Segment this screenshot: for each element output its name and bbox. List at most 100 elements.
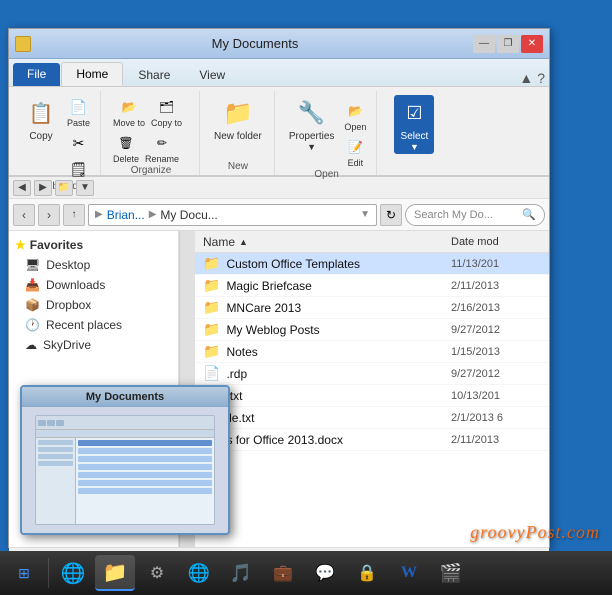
taskbar-vlc[interactable]: 🎬 bbox=[431, 555, 471, 591]
taskbar: ⊞ 🌐 📁 ⚙ 🌐 🎵 💼 💬 🔒 W 🎬 bbox=[0, 551, 612, 595]
qa-forward-btn[interactable]: ▶ bbox=[34, 180, 52, 196]
thumb-ribbon bbox=[36, 416, 214, 430]
copy-button[interactable]: 📋 Copy bbox=[21, 95, 61, 144]
file-row-1[interactable]: 📁 Magic Briefcase 2/11/2013 bbox=[195, 275, 549, 297]
recent-icon: 🕐 bbox=[25, 318, 40, 332]
sidebar-item-desktop[interactable]: 🖥 Desktop bbox=[9, 255, 178, 275]
ribbon-help-icon[interactable]: ▲ bbox=[519, 70, 533, 86]
open-btn[interactable]: 📂 Open bbox=[342, 99, 368, 133]
tab-view[interactable]: View bbox=[185, 64, 239, 86]
select-icon: ☑ bbox=[398, 97, 430, 129]
sidebar-item-label-downloads: Downloads bbox=[46, 278, 105, 292]
taskbar-explorer[interactable]: 📁 bbox=[95, 555, 135, 591]
favorites-header[interactable]: ★ Favorites bbox=[9, 235, 178, 255]
sidebar-item-label-recent: Recent places bbox=[46, 318, 122, 332]
select-label bbox=[413, 161, 416, 175]
file-row-6[interactable]: 📄 .txt 10/13/201 bbox=[195, 385, 549, 407]
ribbon-question-icon[interactable]: ? bbox=[537, 70, 545, 86]
back-button[interactable]: ‹ bbox=[13, 204, 35, 226]
qa-dropdown-btn[interactable]: ▼ bbox=[76, 180, 94, 196]
address-bar[interactable]: ▶ Brian... ▶ My Docu... ▼ bbox=[88, 204, 377, 226]
sidebar-item-skydrive[interactable]: ☁ SkyDrive bbox=[9, 335, 178, 355]
taskbar-start[interactable]: ⊞ bbox=[4, 555, 44, 591]
new-label: New bbox=[228, 161, 248, 175]
file-row-3[interactable]: 📁 My Weblog Posts 9/27/2012 bbox=[195, 319, 549, 341]
paste-button[interactable]: 📄 Paste bbox=[65, 95, 92, 129]
file-row-7[interactable]: 📄 ile.txt 2/1/2013 6 bbox=[195, 407, 549, 429]
maximize-button[interactable]: ❐ bbox=[497, 35, 519, 53]
sidebar-item-dropbox[interactable]: 📦 Dropbox bbox=[9, 295, 178, 315]
edit-btn[interactable]: 📝 Edit bbox=[342, 135, 368, 169]
address-dropdown[interactable]: ▼ bbox=[360, 209, 370, 220]
tab-file[interactable]: File bbox=[13, 63, 60, 86]
up-button[interactable]: ↑ bbox=[63, 204, 85, 226]
cut-icon: ✂ bbox=[68, 132, 90, 154]
select-group: ☑ Select ▼ bbox=[379, 91, 449, 175]
properties-icon: 🔧 bbox=[296, 97, 328, 129]
taskbar-lastpass[interactable]: 🔒 bbox=[347, 555, 387, 591]
file-name-4: Notes bbox=[226, 345, 445, 359]
column-name[interactable]: Name ▲ bbox=[203, 235, 451, 249]
clipboard-items: 📋 Copy 📄 Paste ✂ 🗒 bbox=[21, 91, 92, 181]
taskbar-media[interactable]: 🎵 bbox=[221, 555, 261, 591]
file-date-5: 9/27/2012 bbox=[451, 368, 541, 380]
thumbnail-content bbox=[22, 407, 228, 533]
title-bar-controls: — ❐ ✕ bbox=[473, 35, 543, 53]
paste-icon: 📄 bbox=[68, 96, 90, 118]
sidebar-item-recent[interactable]: 🕐 Recent places bbox=[9, 315, 178, 335]
taskbar-chrome[interactable]: 🌐 bbox=[179, 555, 219, 591]
file-icon-5: 📄 bbox=[203, 365, 220, 382]
minimize-button[interactable]: — bbox=[473, 35, 495, 53]
thumb-sidebar bbox=[36, 438, 76, 524]
taskbar-word[interactable]: W bbox=[389, 555, 429, 591]
file-date-6: 10/13/201 bbox=[451, 390, 541, 402]
copy-icon: 📋 bbox=[25, 97, 57, 129]
new-folder-button[interactable]: 📁 New folder bbox=[210, 95, 266, 144]
properties-button[interactable]: 🔧 Properties ▼ bbox=[285, 95, 339, 154]
paste-sub2[interactable]: 🗒 bbox=[65, 157, 92, 181]
new-items: 📁 New folder bbox=[210, 91, 266, 161]
file-name-3: My Weblog Posts bbox=[226, 323, 445, 337]
file-row-4[interactable]: 📁 Notes 1/15/2013 bbox=[195, 341, 549, 363]
taskbar-skype[interactable]: 💬 bbox=[305, 555, 345, 591]
file-row-8[interactable]: 📄 s for Office 2013.docx 2/11/2013 bbox=[195, 429, 549, 451]
qa-folder-btn[interactable]: 📁 bbox=[55, 180, 73, 196]
copy-to-btn[interactable]: 🗂 Copy to bbox=[149, 95, 184, 129]
taskbar-outlook[interactable]: 💼 bbox=[263, 555, 303, 591]
clipboard-group: 📋 Copy 📄 Paste ✂ 🗒 Clipboard bbox=[13, 91, 101, 175]
file-row-2[interactable]: 📁 MNCare 2013 2/16/2013 bbox=[195, 297, 549, 319]
file-date-8: 2/11/2013 bbox=[451, 434, 541, 446]
address-segment-1[interactable]: Brian... bbox=[107, 208, 145, 222]
star-icon: ★ bbox=[15, 238, 26, 252]
refresh-button[interactable]: ↻ bbox=[380, 204, 402, 226]
close-button[interactable]: ✕ bbox=[521, 35, 543, 53]
search-placeholder: Search My Do... bbox=[414, 209, 518, 221]
sidebar-item-downloads[interactable]: 📥 Downloads bbox=[9, 275, 178, 295]
search-icon[interactable]: 🔍 bbox=[522, 208, 536, 221]
sidebar-item-label-skydrive: SkyDrive bbox=[43, 338, 91, 352]
tab-share[interactable]: Share bbox=[124, 64, 184, 86]
column-date[interactable]: Date mod bbox=[451, 236, 541, 248]
tab-home[interactable]: Home bbox=[61, 62, 123, 86]
file-row-0[interactable]: 📁 Custom Office Templates 11/13/201 bbox=[195, 253, 549, 275]
taskbar-sep1 bbox=[48, 558, 49, 588]
move-to-btn[interactable]: 📂 Move to bbox=[111, 95, 147, 129]
qa-back-btn[interactable]: ◀ bbox=[13, 180, 31, 196]
rename-btn[interactable]: ✏ Rename bbox=[143, 131, 181, 165]
search-bar[interactable]: Search My Do... 🔍 bbox=[405, 204, 545, 226]
delete-btn[interactable]: 🗑 Delete bbox=[111, 131, 141, 165]
paste-sub1[interactable]: ✂ bbox=[65, 131, 92, 155]
file-row-5[interactable]: 📄 .rdp 9/27/2012 bbox=[195, 363, 549, 385]
thumbnail-title: My Documents bbox=[22, 387, 228, 407]
dropbox-icon: 📦 bbox=[25, 298, 40, 312]
folder-icon-0: 📁 bbox=[203, 255, 220, 272]
folder-icon-4: 📁 bbox=[203, 343, 220, 360]
file-name-1: Magic Briefcase bbox=[226, 279, 445, 293]
organize-label: Organize bbox=[131, 165, 172, 179]
file-date-7: 2/1/2013 6 bbox=[451, 412, 541, 424]
taskbar-settings[interactable]: ⚙ bbox=[137, 555, 177, 591]
select-button[interactable]: ☑ Select ▼ bbox=[394, 95, 434, 154]
thumb-nav bbox=[36, 430, 214, 438]
taskbar-ie[interactable]: 🌐 bbox=[53, 555, 93, 591]
forward-button[interactable]: › bbox=[38, 204, 60, 226]
